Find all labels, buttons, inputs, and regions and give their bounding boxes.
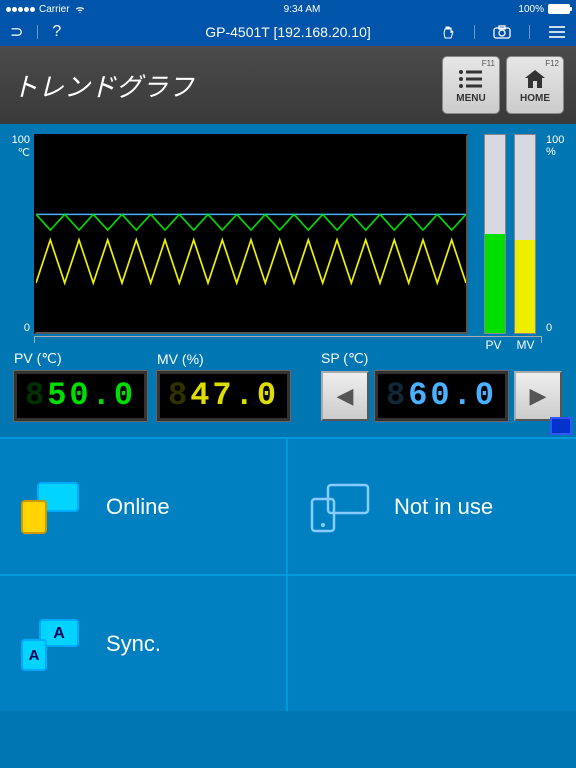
x-axis-ticks [34,336,542,346]
sp-label: SP (℃) [321,350,562,367]
notinuse-icon [302,477,376,537]
divider [474,25,475,39]
cast-icon[interactable] [550,417,572,435]
battery-pct: 100% [518,4,544,15]
list-icon [458,67,484,91]
axis-left-max: 100 [12,134,30,146]
notinuse-tile[interactable]: Not in use [288,437,576,574]
hand-icon[interactable] [440,24,456,40]
online-icon [14,477,88,537]
axis-right-min: 0 [546,322,552,334]
back-icon[interactable]: ⊃ [10,22,23,42]
axis-left-min: 0 [24,322,30,334]
clock: 9:34 AM [284,4,321,15]
mv-readout: MV (%) 847.0 [157,351,290,421]
y-axis-left: 100℃ 0 [4,134,34,334]
mv-series [36,240,466,283]
sync-label: Sync. [106,631,161,657]
divider [37,25,38,39]
sync-icon: AA [14,614,88,674]
sync-tile[interactable]: AA Sync. [0,574,288,711]
trend-panel: 100℃ 0 PV MV 100% 0 PV (℃) 850.0 [0,124,576,437]
svg-text:A: A [29,647,40,664]
pv-value: 850.0 [14,371,147,421]
bar-gauges: PV MV [478,134,542,334]
nav-title: GP-4501T [192.168.20.10] [205,24,371,40]
online-label: Online [106,494,170,520]
sp-increment-button[interactable]: ▶ [514,371,562,421]
wifi-icon [74,5,86,14]
divider [529,25,530,39]
menu-button[interactable]: F11 MENU [442,56,500,114]
home-caption: HOME [520,93,550,104]
nav-bar: ⊃ ? GP-4501T [192.168.20.10] [0,18,576,46]
sp-readout: SP (℃) ◀ 860.0 ▶ [321,350,562,421]
y-axis-right: 100% 0 [542,134,572,334]
ios-status-bar: Carrier 9:34 AM 100% [0,0,576,18]
notinuse-label: Not in use [394,494,493,520]
help-icon[interactable]: ? [52,23,61,41]
pv-readout: PV (℃) 850.0 [14,350,147,421]
menu-icon[interactable] [548,25,566,39]
f11-label: F11 [482,59,495,68]
page-title: トレンドグラフ [12,67,436,104]
online-tile[interactable]: Online [0,437,288,574]
battery-icon [548,4,570,14]
mv-value: 847.0 [157,371,290,421]
pv-series [36,214,466,230]
svg-text:A: A [53,625,65,642]
camera-icon[interactable] [493,25,511,39]
empty-tile [288,574,576,711]
page-header: トレンドグラフ F11 MENU F12 HOME [0,46,576,124]
axis-left-unit: ℃ [18,147,30,159]
pv-bar [484,134,506,334]
carrier-label: Carrier [39,4,70,15]
mv-bar [514,134,536,334]
sp-decrement-button[interactable]: ◀ [321,371,369,421]
mv-label: MV (%) [157,351,290,367]
signal-icon [6,7,35,12]
pv-label: PV (℃) [14,350,147,367]
menu-caption: MENU [456,93,485,104]
home-button[interactable]: F12 HOME [506,56,564,114]
mode-tiles: Online Not in use AA Sync. [0,437,576,711]
sp-value: 860.0 [375,371,508,421]
home-icon [522,67,548,91]
axis-right-unit: % [546,146,556,158]
axis-right-max: 100 [546,134,564,146]
trend-plot [34,134,468,334]
f12-label: F12 [545,59,559,68]
